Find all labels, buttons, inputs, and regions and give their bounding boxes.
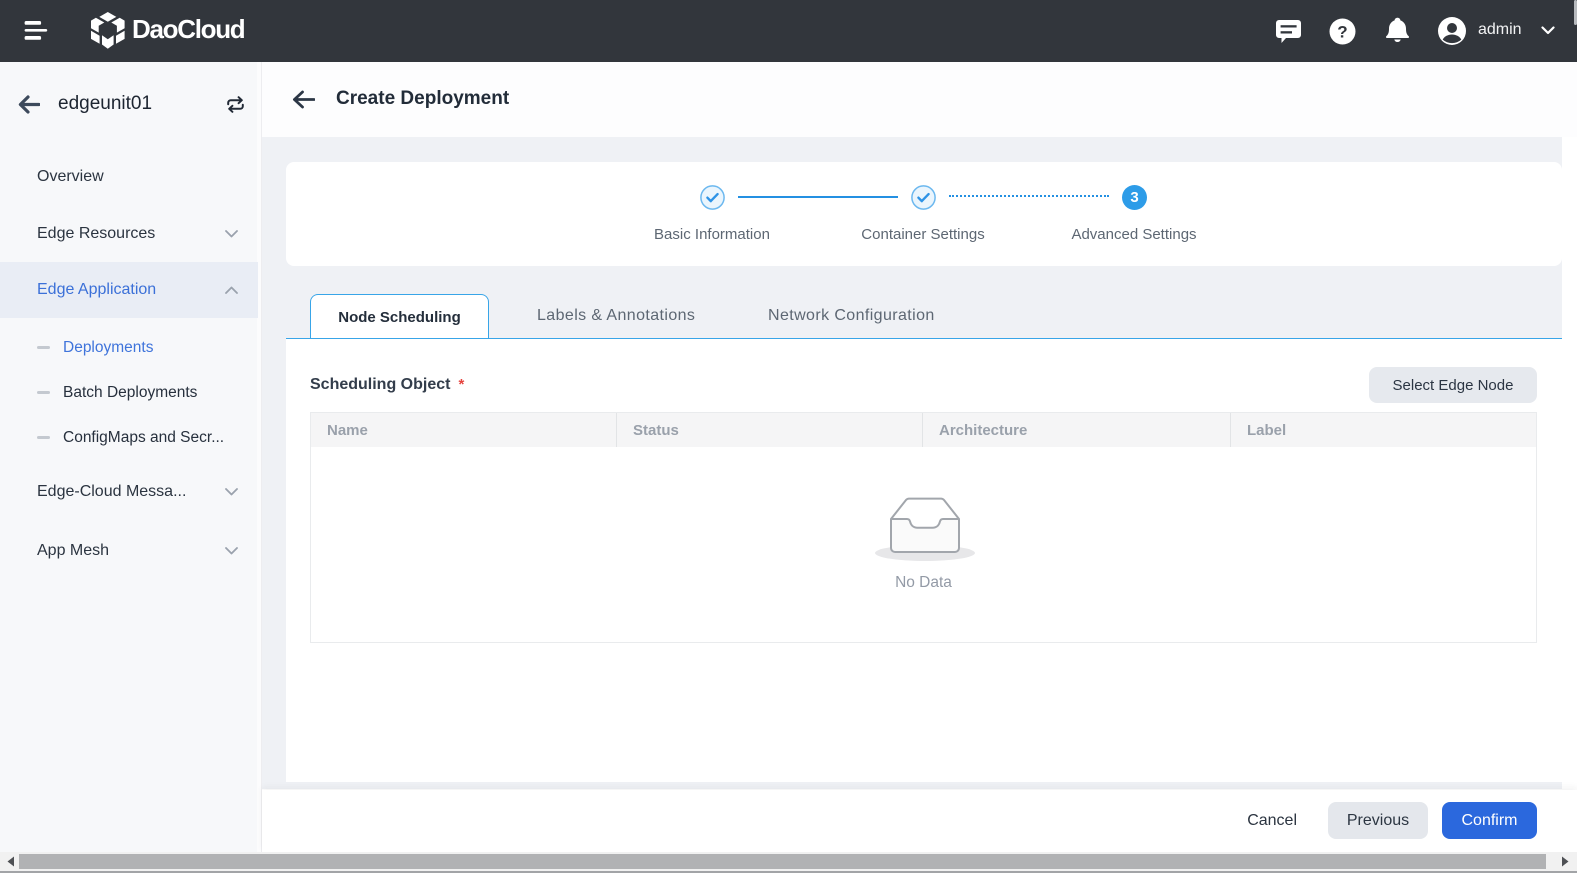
svg-text:?: ? (1337, 23, 1347, 42)
